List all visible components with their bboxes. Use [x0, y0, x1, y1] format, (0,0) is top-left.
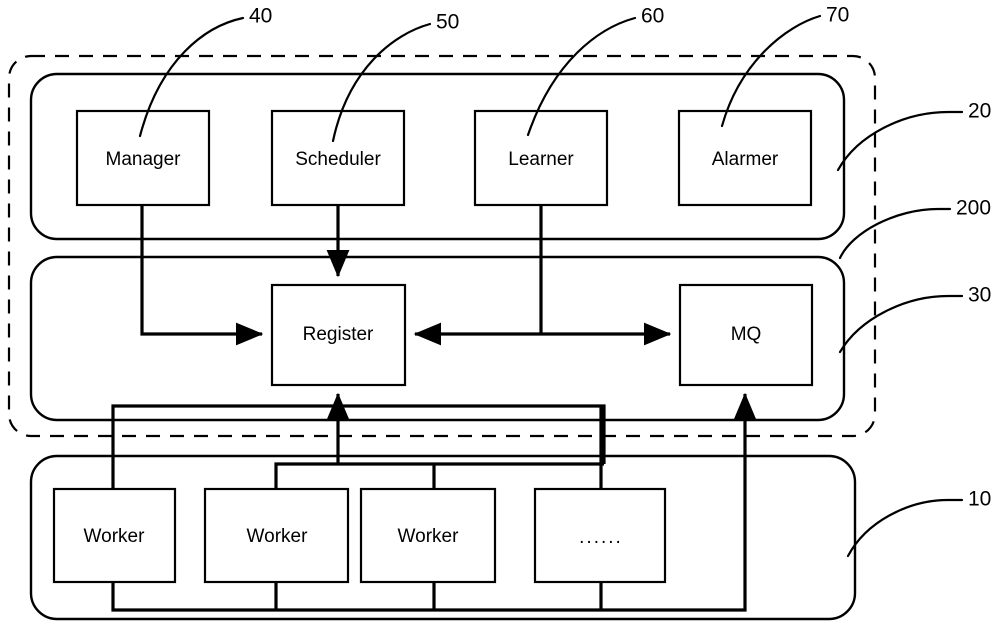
leader-line-20	[836, 110, 964, 172]
ref-label-20: 20	[968, 100, 991, 123]
node-alarmer-label: Alarmer	[712, 149, 779, 170]
diagram-canvas: Manager Scheduler Learner Alarmer Regist…	[7, 4, 991, 621]
ref-label-60: 60	[641, 5, 664, 28]
ref-label-10: 10	[968, 488, 991, 511]
leader-line-200	[838, 207, 952, 260]
node-register-label: Register	[303, 324, 374, 345]
leader-line-10	[846, 498, 964, 558]
node-manager-label: Manager	[106, 149, 182, 170]
node-worker-3-label: Worker	[398, 526, 460, 547]
ref-label-30: 30	[968, 284, 991, 307]
connector-worker-bus-lower	[274, 462, 604, 489]
node-mq-label: MQ	[731, 324, 762, 345]
ref-label-40: 40	[249, 5, 272, 28]
connector-manager-to-register	[140, 205, 264, 346]
leader-line-70	[720, 14, 822, 128]
node-worker-more-label: ......	[579, 527, 623, 548]
ref-label-70: 70	[826, 4, 849, 27]
node-worker-1-label: Worker	[84, 526, 146, 547]
node-scheduler-label: Scheduler	[295, 149, 381, 170]
leader-line-30	[838, 294, 964, 354]
connector-worker1-up	[111, 404, 606, 489]
ref-label-200: 200	[956, 197, 991, 220]
node-learner-label: Learner	[508, 149, 574, 170]
node-worker-2-label: Worker	[247, 526, 309, 547]
architecture-diagram: Manager Scheduler Learner Alarmer Regist…	[0, 0, 1000, 628]
ref-label-50: 50	[436, 11, 459, 34]
